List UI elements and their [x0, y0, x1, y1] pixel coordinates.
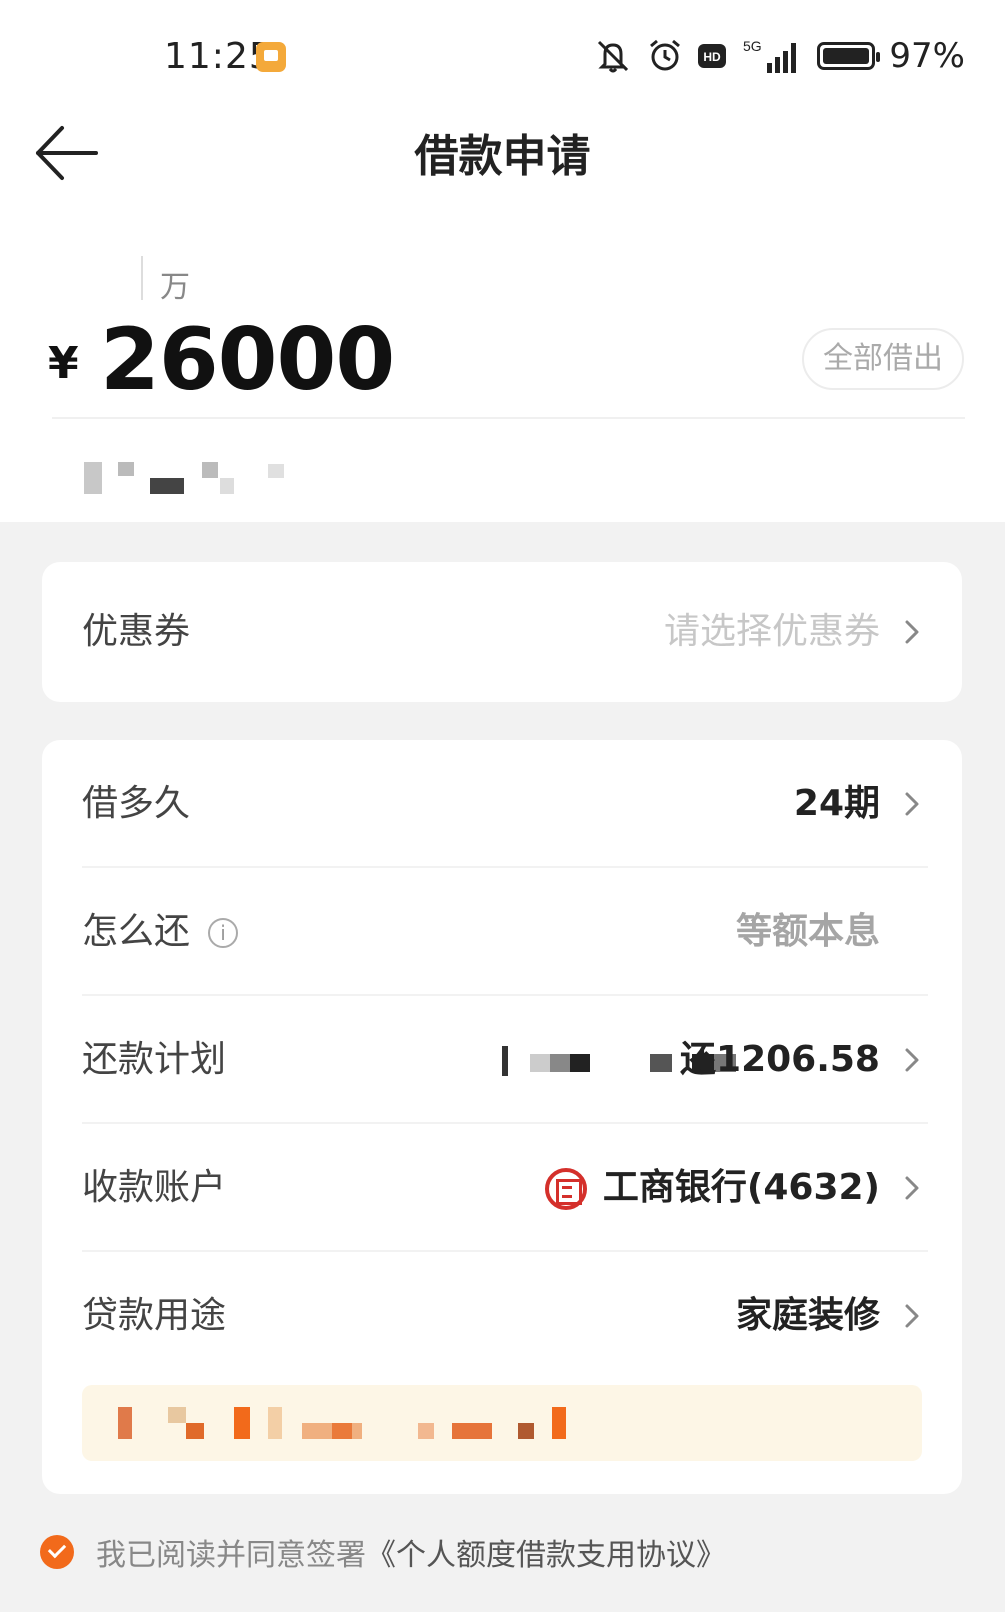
pixelated-rate-info: [52, 460, 312, 500]
agreement-checkbox[interactable]: [40, 1535, 74, 1569]
battery-icon: [817, 42, 881, 70]
unit-divider: [141, 256, 143, 300]
coupon-row[interactable]: 优惠券 请选择优惠券: [42, 562, 962, 702]
status-icons: HD 5G 97%: [593, 36, 965, 76]
icbc-logo-icon: [544, 1168, 587, 1210]
coupon-card: 优惠券 请选择优惠券: [42, 562, 962, 702]
amount-unit-hint: 万: [160, 270, 190, 305]
amount-input[interactable]: 26000: [100, 310, 395, 410]
receiving-account-value: 工商银行(4632): [602, 1167, 880, 1208]
svg-text:HD: HD: [704, 50, 722, 64]
info-icon[interactable]: i: [208, 918, 239, 948]
chevron-right-icon: [905, 1048, 919, 1072]
receiving-account-label: 收款账户: [82, 1167, 227, 1208]
message-notification-icon: [256, 42, 286, 72]
chevron-right-icon: [905, 792, 919, 816]
chevron-right-icon: [905, 1304, 919, 1328]
loan-application-screen: 11:25 HD 5G 97% 借款申请 万 ¥ 26000 全部借出 优惠券 …: [0, 0, 1005, 1612]
hd-icon: HD: [698, 44, 727, 68]
battery-level: 97%: [889, 36, 965, 76]
pixelated-promo-banner: [82, 1385, 922, 1461]
receiving-account-row[interactable]: 收款账户 工商银行(4632): [42, 1124, 962, 1252]
navigation-bar: 借款申请: [0, 110, 1005, 210]
term-value: 24期: [793, 783, 880, 824]
borrow-all-button[interactable]: 全部借出: [802, 328, 964, 390]
coupon-label: 优惠券: [82, 611, 191, 652]
term-row[interactable]: 借多久 24期: [42, 740, 962, 868]
term-label: 借多久: [82, 783, 191, 824]
page-title: 借款申请: [414, 131, 591, 182]
repayment-plan-row[interactable]: 还款计划 还1206.58: [42, 996, 962, 1124]
mute-icon: [598, 40, 629, 73]
amount-section: 万 ¥ 26000 全部借出: [0, 210, 1005, 522]
amount-divider: [52, 417, 965, 419]
currency-symbol: ¥: [48, 338, 79, 389]
repayment-method-label: 怎么还: [82, 911, 191, 952]
chevron-right-icon: [905, 620, 919, 644]
loan-details-card: 借多久 24期 怎么还 i 等额本息 还款计划 还1206.58 收款账户 工商…: [42, 740, 962, 1494]
loan-purpose-label: 贷款用途: [82, 1295, 227, 1336]
loan-purpose-value: 家庭装修: [735, 1295, 880, 1336]
loan-purpose-row[interactable]: 贷款用途 家庭装修: [42, 1252, 962, 1380]
chevron-right-icon: [905, 1176, 919, 1200]
network-label: 5G: [743, 38, 762, 54]
agreement-link[interactable]: 《个人额度借款支用协议》: [366, 1538, 726, 1573]
repayment-method-row: 怎么还 i 等额本息: [42, 868, 962, 996]
alarm-icon: [650, 39, 681, 71]
repayment-method-value: 等额本息: [735, 911, 880, 952]
status-bar: 11:25 HD 5G 97%: [0, 0, 1005, 110]
repayment-plan-label: 还款计划: [82, 1039, 227, 1080]
signal-icon: 5G: [743, 38, 797, 73]
receiving-account-value-group: 工商银行(4632): [544, 1124, 880, 1252]
agreement-line: 我已阅读并同意签署《个人额度借款支用协议》: [40, 1530, 726, 1573]
agreement-text: 我已阅读并同意签署: [96, 1538, 366, 1573]
repayment-method-label-group: 怎么还 i: [82, 868, 239, 996]
repayment-plan-value: 还1206.58: [680, 1039, 880, 1080]
coupon-placeholder: 请选择优惠券: [663, 611, 880, 652]
